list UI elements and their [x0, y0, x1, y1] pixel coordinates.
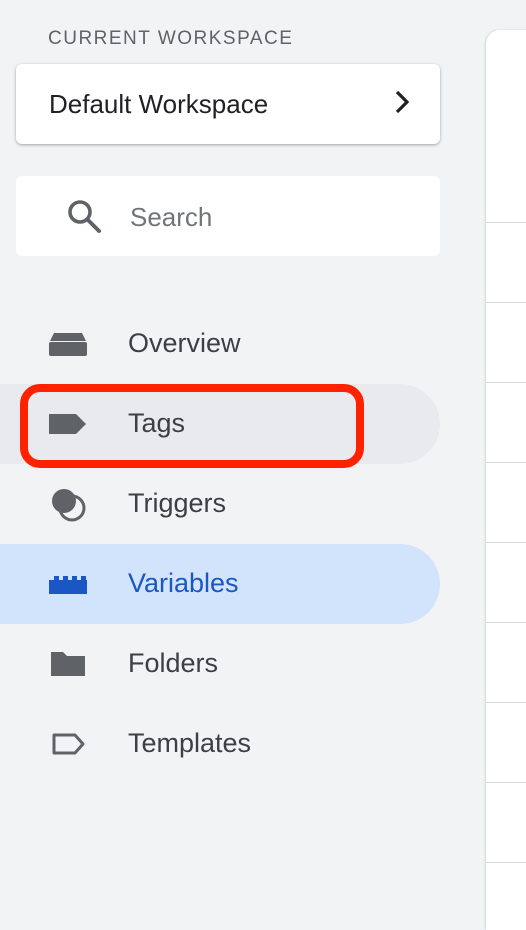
template-icon — [48, 726, 88, 762]
nav-item-templates[interactable]: Templates — [0, 704, 440, 784]
nav-label-templates: Templates — [128, 728, 252, 758]
main-content-panel — [486, 30, 526, 930]
nav-label-folders: Folders — [128, 648, 219, 678]
panel-divider — [486, 462, 526, 463]
current-workspace-label: CURRENT WORKSPACE — [48, 28, 294, 49]
panel-divider — [486, 222, 526, 223]
nav-label-overview: Overview — [128, 328, 241, 358]
workspace-name: Default Workspace — [49, 88, 269, 119]
nav-label-variables: Variables — [128, 568, 239, 598]
nav-item-overview[interactable]: Overview — [0, 304, 440, 384]
panel-divider — [486, 622, 526, 623]
panel-divider — [486, 782, 526, 783]
variables-icon — [48, 566, 88, 602]
nav-item-tags[interactable]: Tags — [0, 384, 440, 464]
panel-divider — [486, 542, 526, 543]
panel-divider — [486, 702, 526, 703]
panel-divider — [486, 302, 526, 303]
search-icon — [66, 198, 102, 234]
sidebar: CURRENT WORKSPACE Default Workspace Over… — [0, 0, 460, 908]
nav-label-tags: Tags — [128, 408, 186, 438]
nav-label-triggers: Triggers — [128, 488, 227, 518]
nav-item-variables[interactable]: Variables — [0, 544, 440, 624]
workspace-selector[interactable]: Default Workspace — [16, 64, 440, 144]
search-box[interactable] — [16, 176, 440, 256]
triggers-icon — [48, 486, 88, 522]
panel-divider — [486, 382, 526, 383]
nav-item-triggers[interactable]: Triggers — [0, 464, 440, 544]
search-input[interactable] — [128, 194, 422, 240]
folder-icon — [48, 646, 88, 682]
tag-icon — [48, 406, 88, 442]
overview-icon — [48, 326, 88, 362]
chevron-right-icon — [392, 90, 412, 119]
panel-divider — [486, 862, 526, 863]
nav-item-folders[interactable]: Folders — [0, 624, 440, 704]
